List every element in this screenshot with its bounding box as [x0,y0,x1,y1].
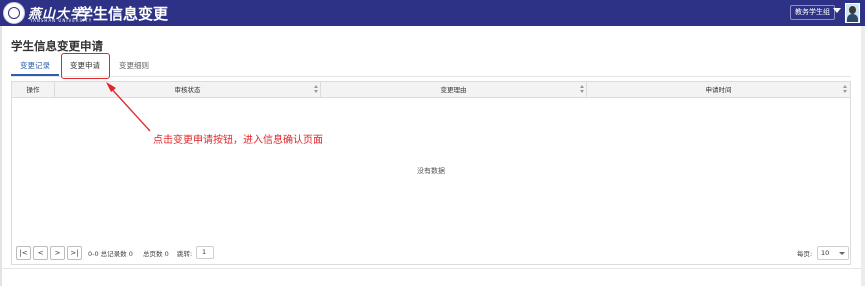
per-page-select[interactable]: 10 [817,246,849,260]
page-title: 学生信息变更申请 [11,39,103,53]
sort-icon[interactable] [843,85,848,95]
total-pages-text: 总页数 0 [143,250,169,258]
annotation-text: 点击变更申请按钮，进入信息确认页面 [153,135,323,146]
pagination: |< < > >| 0-0 总记录数 0 总页数 0 跳转: 1 每页: 10 [12,242,850,264]
annotation-highlight-box [61,53,110,79]
tabs-divider [11,76,851,77]
column-header-apply-time[interactable]: 申请时间 [587,82,850,98]
sort-icon[interactable] [314,85,319,95]
avatar[interactable] [845,3,860,23]
prev-page-button[interactable]: < [33,246,48,260]
next-page-button[interactable]: > [50,246,65,260]
app-title: 学生信息变更 [78,5,169,23]
tab-change-rules[interactable]: 变更细则 [119,60,149,71]
empty-state-text: 没有数据 [417,167,445,175]
per-page-label: 每页: [797,250,813,258]
record-range-text: 0-0 总记录数 0 [88,250,133,258]
last-page-button[interactable]: >| [67,246,82,260]
table-header: 操作 审核状态 变更理由 申请时间 [12,82,850,98]
first-page-button[interactable]: |< [16,246,31,260]
left-edge [0,26,2,286]
chevron-down-icon [839,252,845,255]
caret-down-icon[interactable] [833,8,841,13]
records-table: 操作 审核状态 变更理由 申请时间 没有数据 |< < > >| 0-0 总记录… [11,81,851,265]
tab-change-records[interactable]: 变更记录 [20,60,50,71]
university-logo-icon [3,2,25,24]
sort-icon[interactable] [580,85,585,95]
column-header-status[interactable]: 审核状态 [55,82,321,98]
jump-page-input[interactable]: 1 [196,246,214,259]
scrollbar[interactable] [861,26,865,286]
column-header-action: 操作 [12,82,55,98]
user-role-menu[interactable]: 教务学生组 [790,5,835,20]
top-header: 燕山大学 YANSHAN UNIVERSITY 学生信息变更 教务学生组 [0,0,865,26]
jump-label: 跳转: [177,250,193,258]
footer-divider [2,268,861,269]
column-header-reason[interactable]: 变更理由 [321,82,587,98]
